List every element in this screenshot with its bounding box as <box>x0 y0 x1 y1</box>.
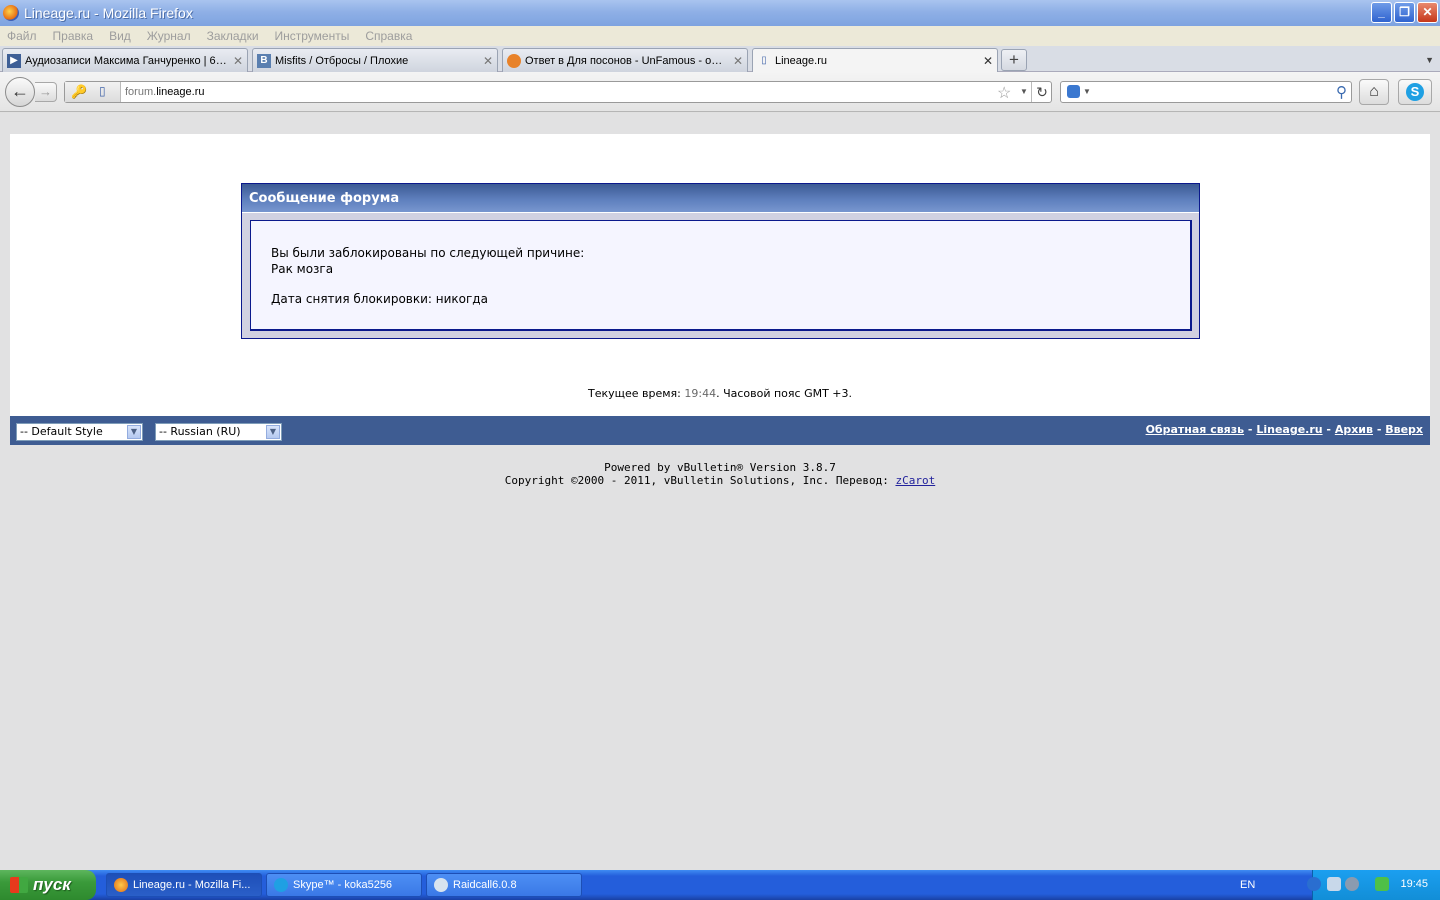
tab-close-icon[interactable]: ✕ <box>983 54 993 68</box>
archive-link[interactable]: Архив <box>1335 423 1373 436</box>
volume-icon[interactable] <box>1345 877 1359 891</box>
maximize-button[interactable]: ❐ <box>1394 2 1415 23</box>
list-all-tabs-icon[interactable]: ▼ <box>1425 55 1434 65</box>
firefox-icon <box>3 5 19 21</box>
chevron-down-icon: ▼ <box>266 425 280 439</box>
tab-bar: ▶ Аудиозаписи Максима Ганчуренко | 63...… <box>0 46 1440 73</box>
menu-bar: Файл Правка Вид Журнал Закладки Инструме… <box>0 26 1440 46</box>
tab-misfits[interactable]: B Misfits / Отбросы / Плохие ✕ <box>252 48 498 72</box>
taskbar-item-skype[interactable]: Skype™ - koka5256 <box>266 873 422 897</box>
close-button[interactable]: ✕ <box>1417 2 1438 23</box>
site-identity-button[interactable]: 🔑 ▯ <box>65 82 121 102</box>
search-engine-icon[interactable] <box>1067 85 1080 98</box>
skype-tray-icon[interactable] <box>1375 877 1389 891</box>
tab-lineage[interactable]: ▯ Lineage.ru ✕ <box>752 48 998 73</box>
url-bar[interactable]: 🔑 ▯ forum.lineage.ru ☆ ▼ ↻ <box>64 81 1052 103</box>
message-body: Вы были заблокированы по следующей причи… <box>250 220 1192 331</box>
skype-icon <box>274 878 288 892</box>
clock: 19:45 <box>1400 878 1428 890</box>
forum-footer-bar: -- Default Style ▼ -- Russian (RU) ▼ Обр… <box>10 416 1430 445</box>
tab-unfamous[interactable]: Ответ в Для посонов - UnFamous - офи... … <box>502 48 748 72</box>
home-link[interactable]: Lineage.ru <box>1256 423 1322 436</box>
menu-view[interactable]: Вид <box>109 29 131 43</box>
menu-edit[interactable]: Правка <box>53 29 94 43</box>
style-select[interactable]: -- Default Style ▼ <box>16 423 143 441</box>
footer-links: Обратная связь - Lineage.ru - Архив - Вв… <box>1145 423 1423 436</box>
navigation-toolbar: ← → 🔑 ▯ forum.lineage.ru ☆ ▼ ↻ ▼ ⚲ ⌂ S <box>0 72 1440 112</box>
start-button[interactable]: пуск <box>0 870 96 900</box>
new-tab-button[interactable]: + <box>1001 49 1027 71</box>
search-bar[interactable]: ▼ ⚲ <box>1060 81 1352 103</box>
window-title: Lineage.ru - Mozilla Firefox <box>24 5 193 21</box>
system-tray: 19:45 <box>1307 870 1440 900</box>
translator-link[interactable]: zCarot <box>895 474 935 487</box>
powered-by: Powered by vBulletin® Version 3.8.7 <box>604 461 836 474</box>
menu-help[interactable]: Справка <box>365 29 412 43</box>
tab-close-icon[interactable]: ✕ <box>733 54 743 68</box>
skype-toolbar-button[interactable]: S <box>1398 79 1432 105</box>
skype-icon: S <box>1406 83 1424 101</box>
message-header: Сообщение форума <box>242 184 1199 213</box>
raidcall-tray-icon[interactable] <box>1327 877 1341 891</box>
home-icon[interactable]: ⌂ <box>1359 79 1389 105</box>
windows-flag-icon <box>10 877 28 893</box>
menu-tools[interactable]: Инструменты <box>275 29 350 43</box>
tab-close-icon[interactable]: ✕ <box>233 54 243 68</box>
firefox-icon <box>114 878 128 892</box>
top-link[interactable]: Вверх <box>1385 423 1423 436</box>
url-text[interactable]: forum.lineage.ru <box>125 86 205 98</box>
search-icon[interactable]: ⚲ <box>1336 83 1347 101</box>
history-dropdown-icon[interactable]: ▼ <box>1020 87 1028 96</box>
chevron-down-icon: ▼ <box>127 425 141 439</box>
raidcall-icon <box>434 878 448 892</box>
tab-audio[interactable]: ▶ Аудиозаписи Максима Ганчуренко | 63...… <box>2 48 248 72</box>
key-icon: 🔑 <box>71 84 88 99</box>
page-content: Сообщение форума Вы были заблокированы п… <box>0 113 1440 870</box>
bookmark-star-icon[interactable]: ☆ <box>997 83 1011 103</box>
language-indicator[interactable]: EN <box>1240 879 1255 891</box>
forum-message-box: Сообщение форума Вы были заблокированы п… <box>241 183 1200 339</box>
tab-close-icon[interactable]: ✕ <box>483 54 493 68</box>
back-button[interactable]: ← <box>5 77 35 107</box>
current-time: 19:44 <box>684 387 717 400</box>
language-select[interactable]: -- Russian (RU) ▼ <box>155 423 282 441</box>
menu-bookmarks[interactable]: Закладки <box>207 29 259 43</box>
page-icon: ▯ <box>99 84 106 98</box>
copyright: Powered by vBulletin® Version 3.8.7 Copy… <box>0 461 1440 487</box>
forward-button[interactable]: → <box>35 82 57 102</box>
play-icon: ▶ <box>7 53 21 68</box>
taskbar-item-firefox[interactable]: Lineage.ru - Mozilla Fi... <box>106 873 262 897</box>
ban-expiry: Дата снятия блокировки: никогда <box>271 292 488 306</box>
contact-link[interactable]: Обратная связь <box>1146 423 1245 436</box>
window-titlebar[interactable]: Lineage.ru - Mozilla Firefox _ ❐ ✕ <box>0 0 1440 26</box>
taskbar: пуск Lineage.ru - Mozilla Fi... Skype™ -… <box>0 870 1440 900</box>
ban-reason-label: Вы были заблокированы по следующей причи… <box>271 246 585 260</box>
forum-icon <box>507 53 521 68</box>
window-controls: _ ❐ ✕ <box>1371 2 1438 23</box>
copyright-text: Copyright ©2000 - 2011, vBulletin Soluti… <box>504 474 889 487</box>
menu-history[interactable]: Журнал <box>147 29 191 43</box>
current-time-line: Текущее время: 19:44. Часовой пояс GMT +… <box>587 387 853 400</box>
minimize-button[interactable]: _ <box>1371 2 1392 23</box>
menu-file[interactable]: Файл <box>7 29 37 43</box>
search-engine-dropdown-icon[interactable]: ▼ <box>1083 87 1091 96</box>
vk-icon: B <box>257 53 271 68</box>
ban-reason: Рак мозга <box>271 262 334 276</box>
reload-icon[interactable]: ↻ <box>1031 82 1052 102</box>
taskbar-item-raidcall[interactable]: Raidcall6.0.8 <box>426 873 582 897</box>
page-icon: ▯ <box>761 55 767 66</box>
tray-expand-icon[interactable] <box>1307 877 1321 891</box>
